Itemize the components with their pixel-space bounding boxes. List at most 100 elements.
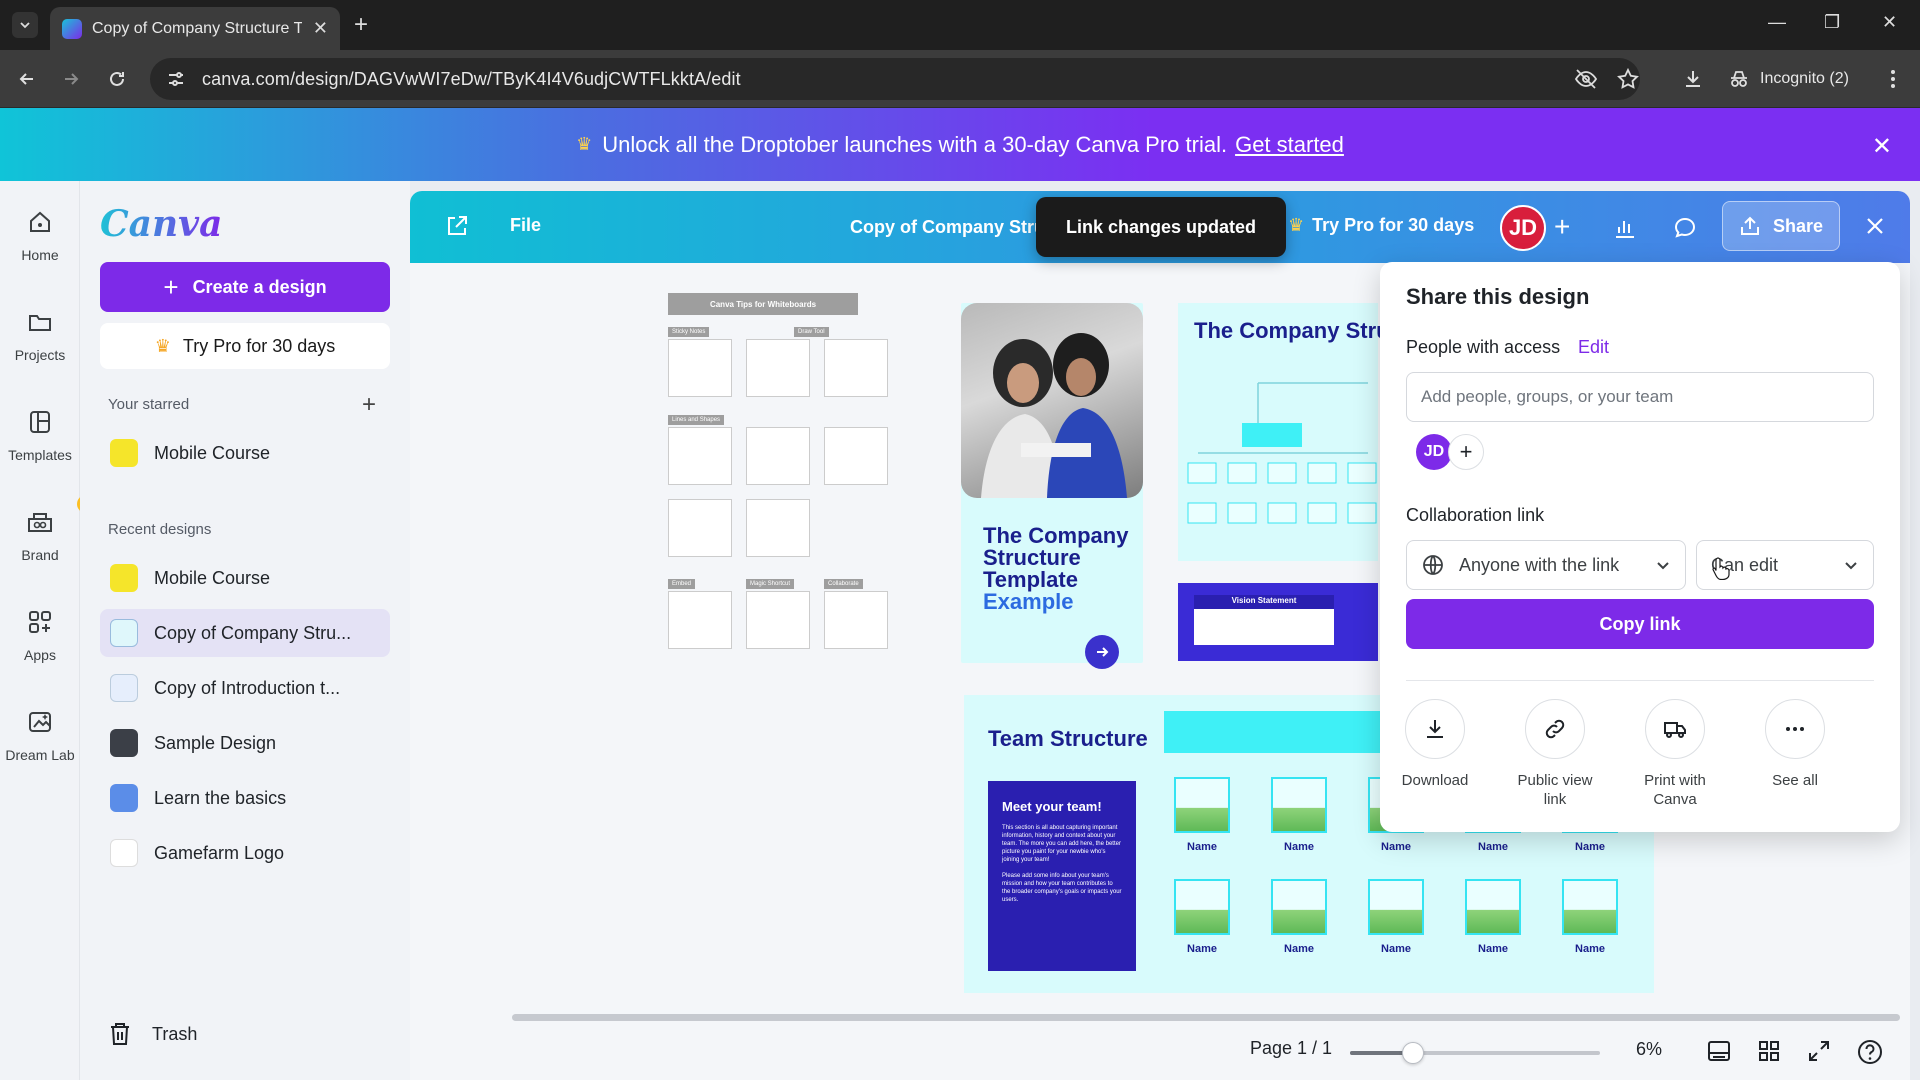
add-people-input[interactable] (1406, 372, 1874, 422)
link-access-select[interactable]: Anyone with the link (1406, 540, 1686, 590)
tab-close-icon[interactable]: ✕ (313, 18, 328, 39)
promo-get-started-link[interactable]: Get started (1235, 132, 1344, 158)
copy-link-button[interactable]: Copy link (1406, 599, 1874, 649)
wb-tag: Magic Shortcut (746, 579, 795, 589)
canva-logo[interactable]: Canva (100, 203, 222, 245)
design-thumbnail (110, 619, 138, 647)
browser-menu-icon[interactable] (1880, 66, 1906, 92)
new-tab-button[interactable]: + (354, 12, 368, 38)
starred-item-mobile-course[interactable]: Mobile Course (100, 429, 390, 477)
profile-placeholder (1271, 777, 1327, 833)
promo-text: Unlock all the Droptober launches with a… (602, 131, 1228, 157)
tab-title: Copy of Company Structure Te (92, 19, 302, 37)
comment-icon[interactable] (1662, 205, 1708, 251)
recent-item[interactable]: Mobile Course (100, 554, 390, 602)
recent-item-label: Copy of Company Stru... (154, 622, 352, 643)
recent-item[interactable]: Sample Design (100, 719, 390, 767)
browser-tab[interactable]: Copy of Company Structure Te ✕ (50, 7, 340, 50)
link-access-value: Anyone with the link (1459, 554, 1620, 575)
public-view-link-action[interactable]: Public view link (1500, 699, 1610, 809)
rail-label-home: Home (21, 247, 59, 263)
wb-card (746, 427, 810, 485)
tab-search-button[interactable] (12, 12, 38, 38)
grid-view-icon[interactable] (1756, 1038, 1782, 1064)
cover-title: The Company Structure Template Example (983, 525, 1133, 613)
zoom-slider-handle[interactable] (1402, 1042, 1424, 1064)
design-thumbnail (110, 564, 138, 592)
collaborator-avatar[interactable]: JD (1416, 434, 1452, 470)
design-thumbnail (110, 439, 138, 467)
try-pro-button[interactable]: ♛ Try Pro for 30 days (100, 323, 390, 369)
wb-tag: Embed (668, 579, 696, 589)
file-menu[interactable]: File (510, 215, 541, 236)
editor-footer: Page 1 / 1 6% (410, 1026, 1910, 1080)
recent-item[interactable]: Learn the basics (100, 774, 390, 822)
rail-label-dream-lab: Dream Lab (5, 747, 75, 763)
add-collaborator-button[interactable]: + (1448, 434, 1484, 470)
print-with-canva-action[interactable]: Print with Canva (1620, 699, 1730, 809)
minimize-icon[interactable]: — (1768, 12, 1786, 33)
people-with-access-label: People with access (1406, 337, 1561, 357)
document-title[interactable]: Copy of Company Stru (850, 217, 1050, 238)
see-all-action[interactable]: See all (1740, 699, 1850, 790)
promo-close-icon[interactable]: ✕ (1872, 132, 1892, 161)
insights-chart-icon[interactable] (1602, 205, 1648, 251)
user-avatar[interactable]: JD (1500, 205, 1546, 251)
download-action[interactable]: Download (1380, 699, 1490, 790)
notes-view-icon[interactable] (1706, 1038, 1732, 1064)
recent-item[interactable]: Copy of Introduction t... (100, 664, 390, 712)
reload-icon[interactable] (104, 66, 130, 92)
crown-icon: ♛ (576, 134, 593, 154)
page-indicator[interactable]: Page 1 / 1 (1250, 1038, 1332, 1059)
company-structure-cover-page[interactable]: The Company Structure Template Example (961, 303, 1143, 669)
window-close-icon[interactable]: ✕ (1882, 12, 1897, 33)
wb-tag: Collaborate (824, 579, 863, 589)
rail-item-projects[interactable]: Projects (0, 305, 80, 395)
rail-item-dream-lab[interactable]: Dream Lab (0, 705, 80, 795)
editor-close-icon[interactable] (1864, 215, 1886, 237)
action-label: See all (1772, 772, 1818, 789)
fullscreen-icon[interactable] (1806, 1038, 1832, 1064)
rail-item-brand[interactable]: ♛ Brand (0, 495, 95, 595)
download-icon[interactable] (1680, 66, 1706, 92)
rail-item-home[interactable]: Home (0, 205, 80, 295)
horizontal-scrollbar[interactable] (512, 1014, 1900, 1021)
eye-off-icon[interactable] (1574, 67, 1598, 91)
rail-item-templates[interactable]: Templates (0, 405, 80, 495)
forward-icon[interactable] (58, 66, 84, 92)
vision-statement-page[interactable]: Vision Statement (1178, 583, 1378, 661)
trash-label: Trash (152, 1023, 198, 1044)
incognito-indicator[interactable]: Incognito (2) (1728, 60, 1849, 98)
address-bar[interactable]: canva.com/design/DAGVwWI7eDw/TByK4I4V6ud… (150, 58, 1640, 100)
add-starred-icon[interactable]: + (362, 391, 376, 419)
bookmark-star-icon[interactable] (1616, 67, 1640, 91)
vision-statement-box: Vision Statement (1194, 595, 1334, 645)
zoom-slider[interactable] (1350, 1042, 1600, 1064)
help-icon[interactable] (1856, 1038, 1884, 1066)
profile-name: Name (1478, 841, 1508, 853)
home-icon (23, 205, 57, 239)
open-external-icon[interactable] (444, 213, 470, 239)
rail-label-brand: Brand (21, 547, 59, 563)
trash-link[interactable]: Trash (108, 1021, 197, 1047)
edit-access-link[interactable]: Edit (1578, 337, 1609, 358)
wb-tag: Lines and Shapes (668, 415, 725, 425)
zoom-value[interactable]: 6% (1636, 1039, 1662, 1060)
rail-item-apps[interactable]: Apps (0, 605, 80, 695)
share-button[interactable]: Share (1722, 201, 1840, 251)
wb-card (746, 499, 810, 557)
wb-tag: Draw Tool (794, 327, 829, 337)
browser-toolbar: canva.com/design/DAGVwWI7eDw/TByK4I4V6ud… (0, 50, 1920, 108)
back-icon[interactable] (14, 66, 40, 92)
restore-icon[interactable]: ❐ (1824, 12, 1840, 33)
whiteboard-tips-page[interactable]: Canva Tips for Whiteboards Sticky Notes … (668, 293, 888, 653)
org-chart-page[interactable]: The Company Structure Templa (1178, 303, 1525, 561)
download-icon (1405, 699, 1465, 759)
recent-item-active[interactable]: Copy of Company Stru... (100, 609, 390, 657)
recent-item[interactable]: Gamefarm Logo (100, 829, 390, 877)
invite-plus-icon[interactable]: + (1554, 211, 1570, 243)
create-design-button[interactable]: + Create a design (100, 262, 390, 312)
header-try-pro-button[interactable]: ♛ Try Pro for 30 days (1288, 215, 1474, 236)
incognito-icon (1731, 71, 1747, 87)
profile-name: Name (1575, 841, 1605, 853)
